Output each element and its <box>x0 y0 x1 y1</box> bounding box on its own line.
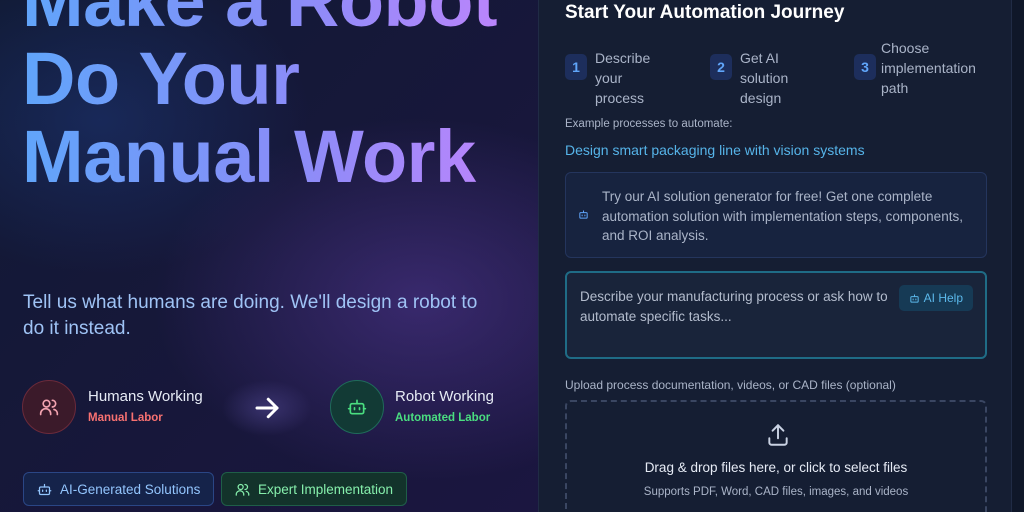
users-icon <box>235 483 250 496</box>
users-icon <box>39 399 59 416</box>
badge-label: Expert Implementation <box>258 481 394 497</box>
example-process-link[interactable]: Design smart packaging line with vision … <box>565 142 865 158</box>
ai-help-label: AI Help <box>923 291 963 305</box>
dropzone-main-text: Drag & drop files here, or click to sele… <box>644 460 908 475</box>
panel-title: Start Your Automation Journey <box>565 2 845 23</box>
promo-text: Try our AI solution generator for free! … <box>602 189 963 243</box>
transformation-visual: Humans Working Manual Labor Robot Workin… <box>22 380 522 436</box>
arrow-right-icon <box>255 397 279 419</box>
step-number: 3 <box>854 54 876 80</box>
hero-subtitle: Tell us what humans are doing. We'll des… <box>23 292 478 339</box>
badge-label: AI-Generated Solutions <box>60 481 201 497</box>
robot-icon <box>347 399 367 415</box>
step-number: 1 <box>565 54 587 80</box>
step-number: 2 <box>710 54 732 80</box>
robot-icon <box>579 210 588 219</box>
step-label: Choose implementation path <box>881 40 976 96</box>
file-dropzone[interactable]: Drag & drop files here, or click to sele… <box>565 400 987 512</box>
dropzone-sub-text: Supports PDF, Word, CAD files, images, a… <box>643 486 909 498</box>
humans-working-title: Humans Working <box>88 388 203 405</box>
robot-icon <box>909 293 919 303</box>
ai-help-button[interactable]: AI Help <box>898 285 973 311</box>
expert-implementation-badge: Expert Implementation <box>221 472 408 506</box>
step-label: Get AI solution design <box>740 50 789 106</box>
manual-labor-label: Manual Labor <box>88 412 163 424</box>
input-placeholder: Describe your manufacturing process or a… <box>580 289 888 324</box>
robot-working-circle <box>330 380 384 434</box>
free-trial-notice: Try our AI solution generator for free! … <box>565 172 987 258</box>
transform-arrow <box>222 380 312 436</box>
upload-label: Upload process documentation, videos, or… <box>565 378 896 392</box>
automated-labor-label: Automated Labor <box>395 412 491 424</box>
process-description-input[interactable]: Describe your manufacturing process or a… <box>565 271 987 359</box>
step-label: Describe your process <box>595 50 651 106</box>
ai-generated-solutions-badge: AI-Generated Solutions <box>23 472 215 506</box>
upload-icon <box>768 424 788 446</box>
automation-journey-panel: Start Your Automation Journey 1 Describe… <box>538 0 1012 512</box>
humans-working-circle <box>22 380 76 434</box>
robot-icon <box>37 483 52 495</box>
hero-section: Make a Robot Do Your Manual Work Tell us… <box>0 0 538 512</box>
hero-title: Make a Robot Do Your Manual Work <box>22 0 522 196</box>
right-column: Start Your Automation Journey 1 Describe… <box>538 0 1024 512</box>
robot-working-title: Robot Working <box>395 388 494 405</box>
examples-label: Example processes to automate: <box>565 118 733 130</box>
